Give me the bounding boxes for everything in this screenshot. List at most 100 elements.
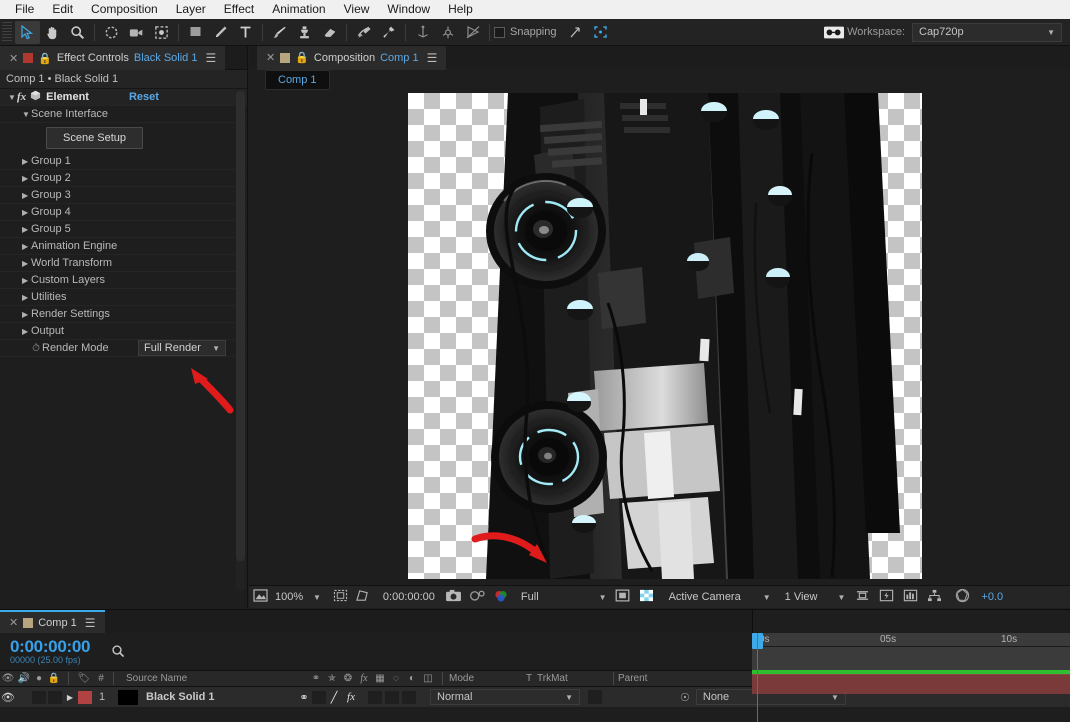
source-name-header[interactable]: Source Name — [118, 673, 308, 684]
views-value[interactable]: 1 View — [785, 591, 818, 603]
trkmat-header[interactable]: TrkMat — [537, 673, 609, 684]
disclosure-triangle-icon[interactable]: ▶ — [22, 208, 31, 217]
pan-behind-tool[interactable] — [149, 21, 174, 44]
close-icon-2[interactable]: ✕ — [266, 51, 275, 64]
hand-tool[interactable] — [40, 21, 65, 44]
timeline-current-time[interactable]: 0:00:00:00 — [10, 638, 90, 656]
menu-item-animation[interactable]: Animation — [263, 0, 334, 19]
lock-icon[interactable]: 🔒 — [38, 52, 52, 65]
effect-controls-scrollbar[interactable] — [236, 91, 245, 591]
layer-switch-blend-cell[interactable] — [368, 690, 382, 704]
timeline-link-icon[interactable] — [903, 589, 923, 605]
lock-switch-icon[interactable]: 🔒 — [46, 673, 62, 684]
effect-group-row[interactable]: ▶ Group 2 — [0, 170, 247, 187]
camera-dropdown-icon[interactable]: ▼ — [763, 593, 771, 602]
label-color-icon[interactable]: 🏷 — [75, 673, 93, 684]
layer-trkmat-cell[interactable] — [588, 690, 602, 704]
title-action-safe-icon[interactable] — [333, 589, 351, 605]
composition-viewer[interactable] — [249, 91, 1070, 585]
layer-switch-blur-cell[interactable] — [385, 690, 399, 704]
layer-switch-3d-cell[interactable] — [402, 690, 416, 704]
camera-value[interactable]: Active Camera — [669, 591, 741, 603]
snapping-checkbox[interactable] — [494, 26, 505, 38]
render-mode-row[interactable]: ⏱ Render Mode Full Render ▼ — [0, 340, 247, 357]
menu-item-layer[interactable]: Layer — [167, 0, 215, 19]
disclosure-triangle-icon[interactable]: ▶ — [22, 327, 31, 336]
audio-switch-icon[interactable]: 🔊 — [16, 673, 32, 684]
timeline-time-ruler[interactable]: 0s 05s 10s — [752, 633, 1070, 647]
snap-bounds-icon[interactable] — [588, 21, 613, 44]
roto-brush-tool[interactable] — [351, 21, 376, 44]
selection-tool[interactable] — [15, 20, 40, 44]
magnification-value[interactable]: 100% — [275, 591, 309, 603]
brush-tool[interactable] — [267, 21, 292, 44]
parent-header[interactable]: Parent — [618, 673, 718, 684]
effect-group-row[interactable]: ▶ Custom Layers — [0, 272, 247, 289]
puppet-pin-tool[interactable] — [376, 21, 401, 44]
always-preview-icon[interactable] — [253, 589, 271, 605]
disclosure-triangle-open-icon[interactable]: ▼ — [8, 93, 17, 102]
timeline-tab[interactable]: ✕ Comp 1 ☰ — [0, 609, 105, 634]
scene-setup-button[interactable]: Scene Setup — [46, 127, 143, 149]
rotation-tool[interactable] — [99, 21, 124, 44]
disclosure-triangle-icon[interactable]: ▶ — [22, 310, 31, 319]
menu-item-view[interactable]: View — [335, 0, 379, 19]
effect-element-row[interactable]: ▼ fx Element Reset — [0, 89, 247, 106]
layer-duration-bar[interactable] — [752, 674, 1070, 694]
resolution-dropdown-icon[interactable]: ▼ — [599, 593, 607, 602]
layer-source-name[interactable]: Black Solid 1 — [146, 691, 296, 703]
reset-link[interactable]: Reset — [129, 91, 159, 103]
render-mode-dropdown[interactable]: Full Render ▼ — [138, 340, 226, 356]
current-time-display[interactable]: 0:00:00:00 — [383, 591, 435, 603]
close-icon-3[interactable]: ✕ — [9, 616, 18, 629]
exposure-icon[interactable] — [955, 588, 977, 606]
composition-canvas[interactable] — [408, 93, 922, 579]
menu-item-help[interactable]: Help — [439, 0, 482, 19]
layer-switch-parent-icon[interactable]: ⚭ — [296, 691, 312, 704]
snap-arrow-icon[interactable] — [563, 21, 588, 44]
disclosure-triangle-open-icon-2[interactable]: ▼ — [22, 110, 31, 119]
magnification-dropdown-icon[interactable]: ▼ — [313, 593, 321, 602]
timeline-work-area-band[interactable] — [752, 647, 1070, 670]
disclosure-triangle-icon[interactable]: ▶ — [22, 191, 31, 200]
video-switch-icon[interactable]: 👁 — [0, 673, 16, 684]
effect-group-row[interactable]: ▶ Group 5 — [0, 221, 247, 238]
shape-tool[interactable] — [183, 21, 208, 44]
views-dropdown-icon[interactable]: ▼ — [837, 593, 845, 602]
effect-group-row[interactable]: ▶ Group 1 — [0, 153, 247, 170]
effect-controls-tab[interactable]: ✕ 🔒 Effect Controls Black Solid 1 ☰ — [0, 46, 226, 70]
effect-group-row[interactable]: ▶ Group 4 — [0, 204, 247, 221]
effect-group-row[interactable]: ▶ Animation Engine — [0, 238, 247, 255]
pixel-aspect-icon[interactable] — [855, 589, 875, 605]
layer-switch-effects-icon[interactable]: fx — [342, 691, 360, 703]
menu-item-composition[interactable]: Composition — [82, 0, 167, 19]
layer-lock-cell[interactable] — [48, 690, 62, 704]
panel-menu-icon-3[interactable]: ☰ — [85, 616, 96, 630]
transparency-grid-icon[interactable] — [639, 589, 659, 605]
camera-tool[interactable] — [124, 21, 149, 44]
fast-previews-icon[interactable] — [879, 589, 899, 605]
panel-menu-icon[interactable]: ☰ — [205, 51, 216, 65]
effect-group-row[interactable]: ▶ Render Settings — [0, 306, 247, 323]
world-axis-icon[interactable] — [435, 21, 460, 44]
disclosure-triangle-icon[interactable]: ▶ — [22, 242, 31, 251]
local-axis-icon[interactable] — [410, 21, 435, 44]
menu-item-window[interactable]: Window — [378, 0, 439, 19]
channels-icon[interactable] — [493, 589, 513, 606]
comp-flowchart-icon[interactable] — [927, 589, 947, 605]
view-axis-icon[interactable] — [460, 21, 485, 44]
region-of-interest-icon[interactable] — [615, 589, 635, 605]
zoom-tool[interactable] — [65, 21, 90, 44]
timeline-search-icon[interactable] — [104, 644, 132, 659]
disclosure-triangle-icon[interactable]: ▶ — [22, 259, 31, 268]
layer-expand-triangle-icon[interactable]: ▶ — [62, 693, 78, 702]
mask-paths-icon[interactable] — [355, 589, 373, 605]
layer-switch-collapse-cell[interactable] — [312, 690, 326, 704]
effect-group-row[interactable]: ▶ Utilities — [0, 289, 247, 306]
menu-item-file[interactable]: File — [6, 0, 43, 19]
menu-item-effect[interactable]: Effect — [215, 0, 263, 19]
snapshot-icon[interactable] — [445, 589, 465, 605]
comp-inner-tab[interactable]: Comp 1 — [265, 70, 330, 90]
pen-tool[interactable] — [208, 21, 233, 44]
layer-label-color[interactable] — [78, 690, 92, 704]
